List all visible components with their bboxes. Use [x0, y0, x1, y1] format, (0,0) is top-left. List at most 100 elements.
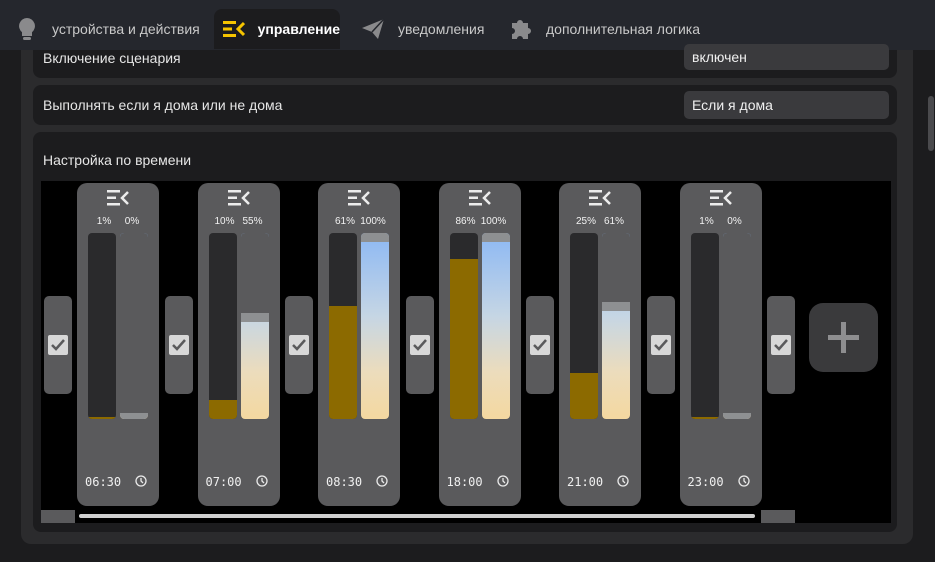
- brightness-slider[interactable]: [570, 233, 598, 419]
- tab-label: уведомления: [398, 21, 485, 37]
- tab-extra-logic[interactable]: дополнительная логика: [508, 9, 700, 49]
- time-point-toggle-checkbox[interactable]: [646, 296, 675, 394]
- tab-notifications[interactable]: уведомления: [360, 9, 484, 49]
- brightness-fill: [88, 417, 116, 419]
- control-menu-icon[interactable]: [107, 189, 129, 207]
- time-point-toggle-checkbox[interactable]: [767, 296, 795, 394]
- control-menu-icon[interactable]: [709, 189, 732, 207]
- temperature-handle[interactable]: [120, 413, 148, 419]
- temperature-empty: [240, 233, 269, 313]
- brightness-slider[interactable]: [329, 233, 357, 419]
- time-point-toggle-checkbox[interactable]: [285, 296, 313, 394]
- color-temperature-slider[interactable]: [120, 233, 148, 419]
- time-point-card[interactable]: 61% 100% 08:30: [318, 183, 400, 506]
- color-temperature-slider[interactable]: [722, 233, 751, 419]
- time-label[interactable]: 06:30: [85, 475, 121, 489]
- time-label[interactable]: 08:30: [326, 475, 362, 489]
- checkmark-icon: [650, 335, 671, 355]
- clock-icon[interactable]: [135, 475, 147, 487]
- time-label[interactable]: 23:00: [688, 475, 724, 489]
- color-temperature-slider[interactable]: [481, 233, 510, 419]
- brightness-slider[interactable]: [690, 233, 719, 419]
- lightbulb-icon: [14, 16, 40, 42]
- color-temperature-slider[interactable]: [240, 233, 269, 419]
- time-point-toggle-checkbox[interactable]: [405, 296, 434, 394]
- clock-icon[interactable]: [737, 475, 750, 487]
- time-point-card[interactable]: 25% 61% 21:00: [559, 183, 641, 506]
- time-point-toggle-checkbox[interactable]: [164, 296, 193, 394]
- presence-label: Выполнять если я дома или не дома: [43, 97, 283, 113]
- temperature-percent: 61%: [603, 216, 624, 227]
- tab-label: дополнительная логика: [546, 21, 701, 37]
- brightness-percent: 1%: [699, 216, 714, 227]
- add-time-point-button[interactable]: [809, 303, 878, 372]
- time-point-toggle-checkbox[interactable]: [526, 296, 554, 394]
- color-temperature-slider[interactable]: [361, 233, 389, 419]
- temperature-percent: 0%: [124, 216, 140, 227]
- tab-label: устройства и действия: [52, 21, 200, 37]
- scenario-enable-select[interactable]: включен: [684, 44, 889, 70]
- brightness-slider[interactable]: [88, 233, 116, 419]
- control-menu-icon[interactable]: [589, 189, 611, 207]
- clock-icon[interactable]: [376, 475, 388, 487]
- temperature-handle[interactable]: [361, 233, 389, 242]
- vertical-scrollbar[interactable]: [927, 50, 935, 562]
- time-point-toggle-checkbox[interactable]: [44, 296, 72, 394]
- temperature-handle[interactable]: [481, 233, 510, 242]
- brightness-fill: [329, 305, 357, 419]
- temperature-empty: [722, 233, 751, 415]
- presence-row: Выполнять если я дома или не дома Если я…: [33, 85, 897, 125]
- control-menu-icon[interactable]: [348, 189, 370, 207]
- control-menu-icon[interactable]: [227, 189, 250, 207]
- scenario-enable-label: Включение сценария: [43, 50, 181, 66]
- brightness-fill: [570, 372, 598, 419]
- temperature-handle[interactable]: [240, 312, 269, 322]
- scroll-right-button[interactable]: [761, 510, 795, 523]
- brightness-percent: 86%: [455, 216, 476, 227]
- time-point-card[interactable]: 1% 0% 06:30: [77, 183, 159, 506]
- puzzle-icon: [508, 16, 534, 42]
- horizontal-scrollbar[interactable]: [41, 510, 795, 523]
- color-temperature-slider[interactable]: [602, 233, 630, 419]
- brightness-slider[interactable]: [208, 233, 237, 419]
- checkmark-icon: [168, 335, 189, 355]
- brightness-slider[interactable]: [449, 233, 478, 419]
- brightness-percent: 25%: [575, 216, 596, 227]
- checkmark-icon: [289, 335, 309, 355]
- temperature-percent: 100%: [360, 216, 386, 227]
- checkmark-icon: [48, 335, 68, 355]
- checkmark-icon: [530, 335, 550, 355]
- clock-icon[interactable]: [617, 475, 629, 487]
- temperature-handle[interactable]: [602, 301, 630, 311]
- time-point-card[interactable]: 10% 55% 07:00: [197, 183, 280, 506]
- time-label[interactable]: 21:00: [567, 475, 603, 489]
- temperature-empty: [602, 233, 630, 302]
- control-menu-icon: [222, 16, 246, 42]
- brightness-fill: [449, 259, 478, 419]
- temperature-percent: 55%: [242, 216, 263, 227]
- temperature-handle[interactable]: [722, 413, 751, 419]
- presence-select[interactable]: Если я дома: [684, 91, 889, 119]
- schedule-timeline: 1% 0% 06:30 10% 55% 07:00 61% 100% 08:30 86% 100% 1…: [41, 181, 891, 523]
- control-menu-icon[interactable]: [468, 189, 491, 207]
- scrollbar-track[interactable]: [79, 514, 755, 518]
- temperature-empty: [120, 233, 148, 415]
- tab-devices-and-actions[interactable]: устройства и действия: [14, 9, 200, 49]
- clock-icon[interactable]: [496, 475, 509, 487]
- scrollbar-thumb[interactable]: [928, 96, 934, 151]
- brightness-fill: [690, 417, 719, 419]
- brightness-fill: [208, 400, 237, 419]
- scenario-enable-row: Включение сценария включен: [33, 44, 897, 78]
- time-point-card[interactable]: 1% 0% 23:00: [679, 183, 762, 506]
- temperature-percent: 100%: [480, 216, 507, 227]
- time-point-card[interactable]: 86% 100% 18:00: [438, 183, 521, 506]
- checkmark-icon: [409, 335, 430, 355]
- time-label[interactable]: 07:00: [206, 475, 242, 489]
- tab-control[interactable]: управление: [214, 9, 340, 49]
- time-label[interactable]: 18:00: [447, 475, 483, 489]
- clock-icon[interactable]: [255, 475, 268, 487]
- temperature-percent: 0%: [727, 216, 742, 227]
- plus-icon: [828, 322, 859, 353]
- brightness-percent: 10%: [214, 216, 235, 227]
- scroll-left-button[interactable]: [41, 510, 75, 523]
